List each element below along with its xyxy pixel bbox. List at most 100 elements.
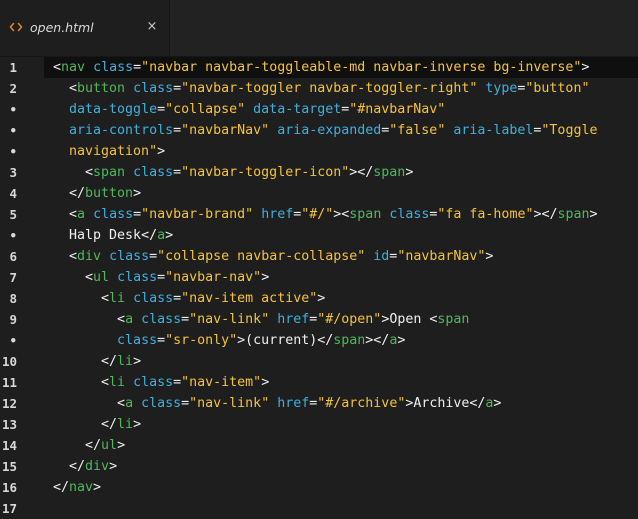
line-number: 1: [9, 60, 17, 75]
code-punctuation: <: [53, 291, 110, 306]
line-number: 8: [9, 291, 17, 306]
code-string: "fa fa-home": [437, 207, 534, 222]
line-number: 13: [1, 417, 17, 432]
code-line[interactable]: • navigation">: [0, 141, 638, 162]
code-punctuation: ></: [365, 333, 390, 348]
code-string: "button": [525, 81, 590, 96]
code-punctuation: =: [133, 207, 142, 222]
code-punctuation: [125, 165, 133, 180]
code-punctuation: [133, 312, 141, 327]
line-number: 12: [1, 396, 17, 411]
code-content: </div>: [53, 456, 117, 477]
code-line[interactable]: 6 <div class="collapse navbar-collapse" …: [0, 246, 638, 267]
code-file-icon: [8, 19, 24, 35]
code-string: "nav-item": [181, 375, 262, 390]
code-content: </nav>: [53, 477, 101, 498]
code-content: <div class="collapse navbar-collapse" id…: [53, 246, 493, 267]
code-content: <li class="nav-item">: [53, 372, 269, 393]
code-attribute: aria-expanded: [277, 123, 382, 138]
code-punctuation: >: [109, 459, 118, 474]
code-attribute: class: [133, 165, 174, 180]
code-string: "nav-link": [189, 312, 270, 327]
line-number: 9: [9, 312, 17, 327]
code-punctuation: =: [173, 81, 182, 96]
code-punctuation: =: [149, 249, 158, 264]
code-punctuation: >: [581, 60, 590, 75]
code-tag-name: span: [333, 333, 366, 348]
code-tag-name: li: [109, 375, 126, 390]
code-content: <ul class="navbar-nav">: [53, 267, 269, 288]
code-tag-name: a: [77, 207, 86, 222]
code-content: </li>: [53, 351, 141, 372]
code-punctuation: >: [133, 417, 142, 432]
code-line[interactable]: 11 <li class="nav-item">: [0, 372, 638, 393]
code-punctuation: >: [117, 438, 126, 453]
code-line[interactable]: • aria-controls="navbarNav" aria-expande…: [0, 120, 638, 141]
code-attribute: class: [109, 249, 150, 264]
code-attribute: class: [133, 375, 174, 390]
code-line[interactable]: • class="sr-only">(current)</span></a>: [0, 330, 638, 351]
code-tag-name: span: [437, 312, 470, 327]
line-number: •: [9, 144, 17, 159]
code-content: aria-controls="navbarNav" aria-expanded=…: [53, 120, 597, 141]
code-line[interactable]: 15 </div>: [0, 456, 638, 477]
code-tag-name: button: [77, 81, 126, 96]
code-attribute: class: [93, 207, 134, 222]
code-punctuation: [253, 207, 261, 222]
code-attribute: data-toggle: [69, 102, 158, 117]
code-string: "collapse navbar-collapse": [157, 249, 366, 264]
close-icon[interactable]: ×: [144, 19, 160, 35]
code-line[interactable]: • data-toggle="collapse" data-target="#n…: [0, 99, 638, 120]
code-content: <a class="nav-link" href="#/open">Open <…: [53, 309, 469, 330]
code-punctuation: =: [173, 291, 182, 306]
code-line[interactable]: 13 </li>: [0, 414, 638, 435]
code-line[interactable]: 17: [0, 498, 638, 519]
code-attribute: class: [117, 333, 158, 348]
code-editor[interactable]: 1 <nav class="navbar navbar-toggleable-md…: [0, 57, 638, 519]
code-line[interactable]: 5 <a class="navbar-brand" href="#/"><spa…: [0, 204, 638, 225]
code-tag-name: nav: [61, 60, 86, 75]
code-tag-name: a: [125, 312, 134, 327]
line-number: 2: [9, 81, 17, 96]
code-string: "collapse": [165, 102, 246, 117]
code-line[interactable]: 3 <span class="navbar-toggler-icon"></sp…: [0, 162, 638, 183]
code-attribute: class: [117, 270, 158, 285]
code-punctuation: [245, 102, 253, 117]
code-attribute: class: [141, 396, 182, 411]
code-attribute: id: [373, 249, 390, 264]
code-line[interactable]: 1 <nav class="navbar navbar-toggleable-md…: [0, 57, 638, 78]
code-line[interactable]: 8 <li class="nav-item active">: [0, 288, 638, 309]
code-punctuation: </: [53, 459, 86, 474]
code-content: </li>: [53, 414, 141, 435]
code-punctuation: <: [53, 81, 78, 96]
code-content: </button>: [53, 183, 141, 204]
code-attribute: aria-controls: [69, 123, 174, 138]
code-tag-name: ul: [101, 438, 118, 453]
code-tag-name: span: [93, 165, 126, 180]
code-tag-name: button: [85, 186, 134, 201]
code-line[interactable]: 14 </ul>: [0, 435, 638, 456]
code-lines: 1 <nav class="navbar navbar-toggleable-md…: [0, 57, 638, 519]
code-punctuation: >: [93, 480, 102, 495]
code-punctuation: </: [53, 354, 118, 369]
code-line[interactable]: 2 <button class="navbar-toggler navbar-t…: [0, 78, 638, 99]
code-line[interactable]: 7 <ul class="navbar-nav">: [0, 267, 638, 288]
code-content: <li class="nav-item active">: [53, 288, 325, 309]
code-punctuation: >: [485, 249, 494, 264]
code-string: "navbarNav": [181, 123, 270, 138]
tab-open-html[interactable]: open.html ×: [0, 0, 170, 56]
code-punctuation: ></: [349, 165, 374, 180]
code-line[interactable]: 12 <a class="nav-link" href="#/archive">…: [0, 393, 638, 414]
code-line[interactable]: 9 <a class="nav-link" href="#/open">Open…: [0, 309, 638, 330]
code-line[interactable]: 4 </button>: [0, 183, 638, 204]
code-punctuation: >: [157, 144, 166, 159]
code-text: Archive: [413, 396, 470, 411]
code-string: "Toggle: [541, 123, 598, 138]
code-string: "navbar-nav": [165, 270, 262, 285]
code-punctuation: [101, 249, 109, 264]
code-punctuation: <: [53, 165, 94, 180]
code-line[interactable]: • Halp Desk</a>: [0, 225, 638, 246]
code-content: class="sr-only">(current)</span></a>: [53, 330, 405, 351]
code-line[interactable]: 10 </li>: [0, 351, 638, 372]
code-line[interactable]: 16 </nav>: [0, 477, 638, 498]
